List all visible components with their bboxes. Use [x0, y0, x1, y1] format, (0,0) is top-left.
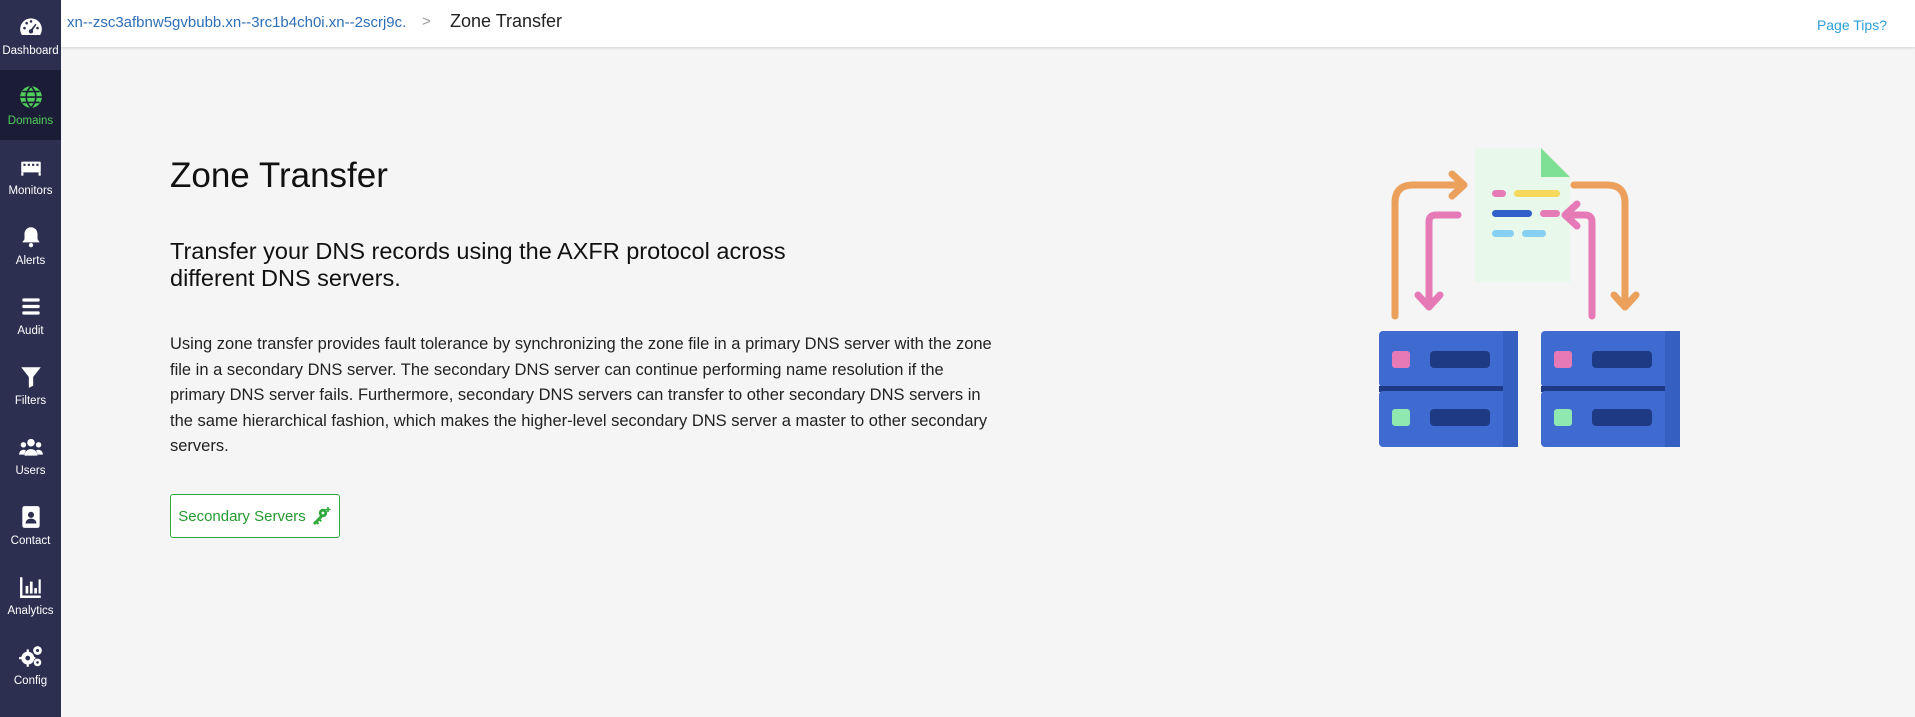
sidebar-item-audit[interactable]: Audit [0, 280, 61, 350]
key-plus-icon [312, 507, 331, 525]
sidebar: Dashboard Domains Monitors Alerts Audit … [0, 0, 61, 717]
sidebar-item-analytics[interactable]: Analytics [0, 560, 61, 630]
sidebar-item-label: Domains [7, 114, 54, 127]
sidebar-item-contact[interactable]: Contact [0, 490, 61, 560]
sidebar-item-label: Filters [14, 394, 47, 407]
contact-card-icon [21, 505, 40, 528]
secondary-servers-button-label: Secondary Servers [178, 507, 306, 525]
sidebar-item-alerts[interactable]: Alerts [0, 210, 61, 280]
sidebar-item-label: Alerts [15, 254, 46, 267]
top-bar: xn--zsc3afbnw5gvbubb.xn--3rc1b4ch0i.xn--… [61, 0, 1915, 47]
page-title: Zone Transfer [170, 156, 388, 195]
speedometer-icon [19, 17, 42, 35]
monitor-icon [20, 161, 41, 176]
bar-chart-icon [19, 576, 41, 598]
sidebar-item-domains[interactable]: Domains [0, 70, 61, 140]
bell-icon [21, 226, 40, 247]
sidebar-item-dashboard[interactable]: Dashboard [0, 0, 61, 70]
sidebar-item-label: Contact [10, 534, 51, 547]
sidebar-item-monitors[interactable]: Monitors [0, 140, 61, 210]
audit-list-icon [21, 297, 40, 315]
sidebar-item-filters[interactable]: Filters [0, 350, 61, 420]
sidebar-item-label: Config [13, 674, 48, 687]
breadcrumb-domain-link[interactable]: xn--zsc3afbnw5gvbubb.xn--3rc1b4ch0i.xn--… [67, 14, 406, 31]
sidebar-item-users[interactable]: Users [0, 420, 61, 490]
gears-icon [18, 645, 42, 667]
sidebar-item-label: Analytics [7, 604, 54, 617]
page-subtitle: Transfer your DNS records using the AXFR… [170, 238, 786, 291]
secondary-servers-button[interactable]: Secondary Servers [170, 494, 340, 538]
breadcrumb-separator: > [422, 13, 431, 30]
breadcrumb-current: Zone Transfer [450, 11, 563, 31]
sidebar-item-label: Audit [17, 324, 44, 337]
page-tips-link[interactable]: Page Tips? [1817, 17, 1887, 33]
sidebar-item-label: Dashboard [2, 44, 59, 57]
globe-icon [19, 85, 42, 108]
sidebar-item-config[interactable]: Config [0, 630, 61, 700]
sidebar-item-label: Monitors [8, 184, 53, 197]
sidebar-item-label: Users [15, 464, 46, 477]
page-description: Using zone transfer provides fault toler… [170, 335, 992, 455]
users-icon [18, 438, 43, 456]
filter-icon [20, 366, 41, 388]
zone-transfer-illustration [1379, 148, 1680, 447]
